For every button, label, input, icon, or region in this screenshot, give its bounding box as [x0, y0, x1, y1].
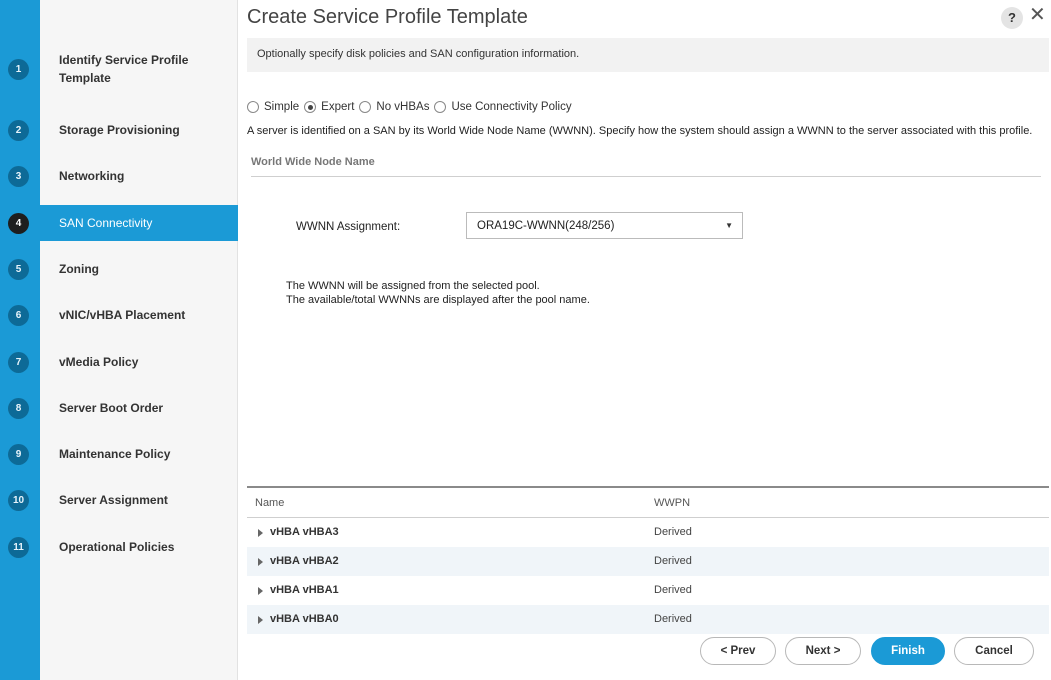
step-networking[interactable]: 3 Networking: [0, 158, 238, 194]
vhba-wwpn: Derived: [654, 613, 692, 625]
finish-button[interactable]: Finish: [871, 637, 945, 665]
radio-label: Expert: [321, 101, 355, 113]
section-title-wwnn: World Wide Node Name: [251, 156, 375, 168]
info-banner: Optionally specify disk policies and SAN…: [247, 38, 1049, 72]
close-icon[interactable]: ✕: [1029, 4, 1046, 26]
step-number-badge: 5: [8, 259, 29, 280]
table-row[interactable]: vHBA vHBA3 Derived: [247, 518, 1049, 547]
select-value: ORA19C-WWNN(248/256): [477, 220, 615, 232]
step-number-badge: 8: [8, 398, 29, 419]
wwnn-assignment-label: WWNN Assignment:: [296, 221, 401, 233]
radio-expert[interactable]: Expert: [304, 101, 354, 113]
step-label: SAN Connectivity: [59, 216, 153, 230]
step-vnic-vhba-placement[interactable]: 6 vNIC/vHBA Placement: [0, 297, 238, 333]
next-button[interactable]: Next >: [785, 637, 861, 665]
radio-label: Use Connectivity Policy: [451, 101, 572, 113]
radio-label: No vHBAs: [376, 101, 430, 113]
help-icon[interactable]: ?: [1001, 7, 1023, 29]
step-maintenance-policy[interactable]: 9 Maintenance Policy: [0, 436, 238, 472]
step-number-badge: 4: [8, 213, 29, 234]
step-label: Identify Service Profile Template: [59, 53, 189, 85]
radio-simple[interactable]: Simple: [247, 101, 299, 113]
vhba-wwpn: Derived: [654, 526, 692, 538]
step-label: Zoning: [59, 262, 99, 276]
step-label: Storage Provisioning: [59, 123, 180, 137]
step-number-badge: 3: [8, 166, 29, 187]
column-header-wwpn[interactable]: WWPN: [654, 497, 690, 509]
prev-button[interactable]: < Prev: [700, 637, 776, 665]
expand-arrow-icon[interactable]: [258, 558, 263, 566]
step-identify-template[interactable]: 1 Identify Service Profile Template: [0, 51, 238, 87]
radio-circle-icon[interactable]: [434, 101, 447, 113]
table-row[interactable]: vHBA vHBA1 Derived: [247, 576, 1049, 605]
step-number-badge: 6: [8, 305, 29, 326]
table-row[interactable]: vHBA vHBA0 Derived: [247, 605, 1049, 634]
step-storage-provisioning[interactable]: 2 Storage Provisioning: [0, 112, 238, 148]
expand-arrow-icon[interactable]: [258, 529, 263, 537]
table-row[interactable]: vHBA vHBA2 Derived: [247, 547, 1049, 576]
vhba-name: vHBA vHBA2: [270, 555, 339, 567]
step-number-badge: 1: [8, 59, 29, 80]
vhba-wwpn: Derived: [654, 584, 692, 596]
step-server-assignment[interactable]: 10 Server Assignment: [0, 482, 238, 518]
note-line: The available/total WWNNs are displayed …: [286, 294, 590, 306]
vhba-name: vHBA vHBA1: [270, 584, 339, 596]
step-operational-policies[interactable]: 11 Operational Policies: [0, 529, 238, 565]
step-vmedia-policy[interactable]: 7 vMedia Policy: [0, 344, 238, 380]
step-number-badge: 9: [8, 444, 29, 465]
step-label: Networking: [59, 169, 125, 183]
radio-circle-icon[interactable]: [359, 101, 372, 113]
step-label: Server Assignment: [59, 493, 168, 507]
step-label: Server Boot Order: [59, 401, 164, 415]
wwnn-assignment-select[interactable]: ORA19C-WWNN(248/256) ▼: [466, 212, 743, 239]
step-server-boot-order[interactable]: 8 Server Boot Order: [0, 390, 238, 426]
expand-arrow-icon[interactable]: [258, 616, 263, 624]
step-label: vMedia Policy: [59, 355, 139, 369]
wwnn-note: The WWNN will be assigned from the selec…: [286, 279, 590, 307]
step-san-connectivity[interactable]: 4 SAN Connectivity: [0, 205, 238, 241]
step-number-badge: 11: [8, 537, 29, 558]
vhba-table: Name WWPN vHBA vHBA3 Derived vHBA vHBA2 …: [247, 486, 1049, 634]
expand-arrow-icon[interactable]: [258, 587, 263, 595]
page-title: Create Service Profile Template: [247, 6, 528, 28]
table-header: Name WWPN: [247, 486, 1049, 518]
step-number-badge: 10: [8, 490, 29, 511]
radio-no-vhbas[interactable]: No vHBAs: [359, 101, 429, 113]
radio-use-connectivity-policy[interactable]: Use Connectivity Policy: [434, 101, 572, 113]
wizard-steps: 1 Identify Service Profile Template 2 St…: [0, 0, 238, 680]
vhba-name: vHBA vHBA3: [270, 526, 339, 538]
vhba-wwpn: Derived: [654, 555, 692, 567]
step-label: Operational Policies: [59, 540, 175, 554]
step-number-badge: 2: [8, 120, 29, 141]
radio-circle-icon[interactable]: [247, 101, 259, 113]
main-panel: Create Service Profile Template ? ✕ Opti…: [247, 0, 1051, 680]
vhba-name: vHBA vHBA0: [270, 613, 339, 625]
mode-radio-group: Simple Expert No vHBAs Use Connectivity …: [247, 99, 577, 115]
cancel-button[interactable]: Cancel: [954, 637, 1034, 665]
step-number-badge: 7: [8, 352, 29, 373]
step-label: Maintenance Policy: [59, 447, 171, 461]
section-divider: [251, 176, 1041, 177]
step-zoning[interactable]: 5 Zoning: [0, 251, 238, 287]
step-label: vNIC/vHBA Placement: [59, 308, 186, 322]
dropdown-arrow-icon: ▼: [725, 221, 733, 230]
radio-label: Simple: [264, 101, 300, 113]
note-line: The WWNN will be assigned from the selec…: [286, 280, 540, 292]
wwnn-description: A server is identified on a SAN by its W…: [247, 125, 1033, 137]
column-header-name[interactable]: Name: [255, 497, 284, 509]
radio-circle-icon[interactable]: [304, 101, 317, 113]
